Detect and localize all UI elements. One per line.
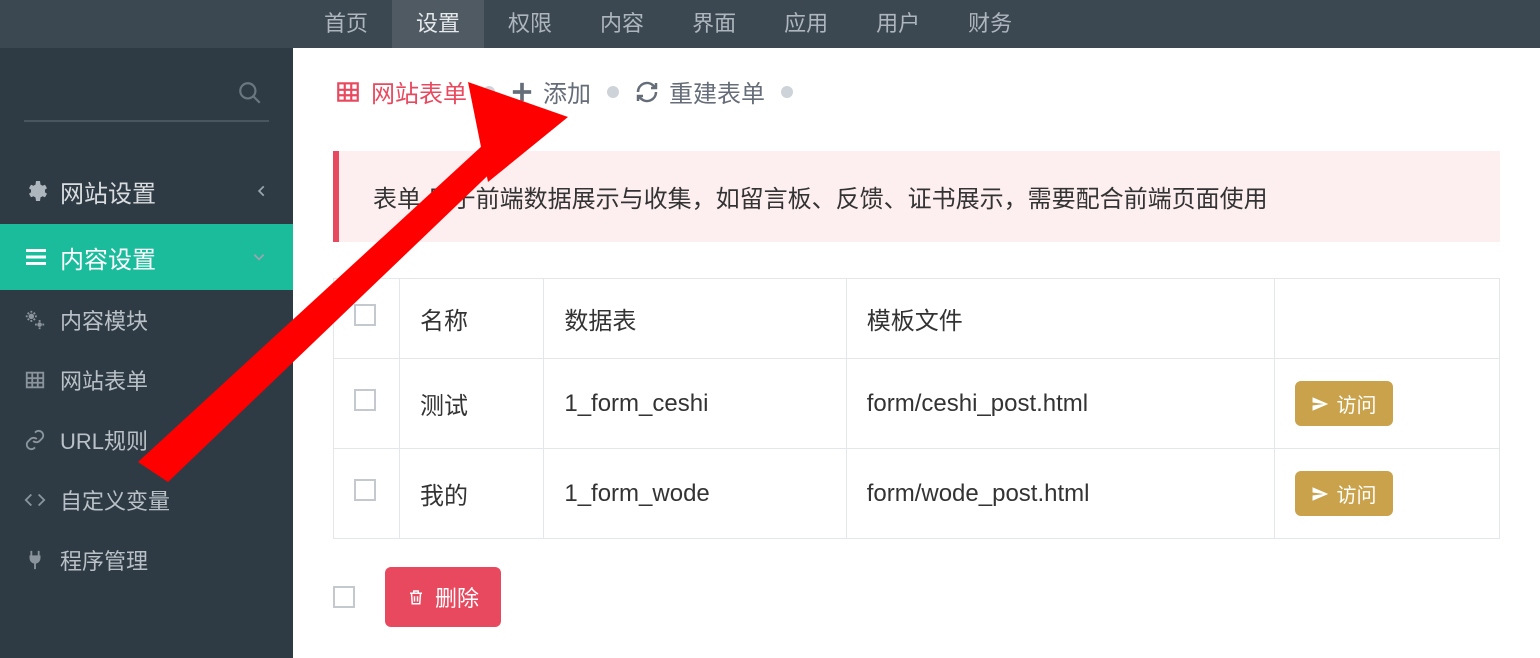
col-actions: [1274, 279, 1499, 359]
nav-settings[interactable]: 设置: [392, 0, 484, 48]
sidebar-item-label: 内容模块: [60, 304, 148, 336]
main-content: 网站表单 添加 重建表单 表单 用于前端数据展示与收集，如留言板、反馈、证书展示…: [293, 48, 1540, 658]
cell-name: 测试: [400, 359, 544, 449]
tab-separator-dot: [607, 86, 619, 98]
delete-label: 删除: [435, 581, 479, 613]
sidebar-item-program-manage[interactable]: 程序管理: [0, 530, 293, 590]
nav-home[interactable]: 首页: [300, 0, 392, 48]
nav-ui[interactable]: 界面: [668, 0, 760, 48]
footer-checkbox[interactable]: [333, 586, 355, 608]
nav-content[interactable]: 内容: [576, 0, 668, 48]
cell-db: 1_form_ceshi: [544, 359, 846, 449]
refresh-icon: [635, 80, 659, 104]
table-footer: 删除: [333, 567, 1500, 627]
tab-site-form[interactable]: 网站表单: [333, 70, 469, 113]
sidebar-item-label: 网站表单: [60, 364, 148, 396]
sidebar-item-content-settings[interactable]: 内容设置: [0, 224, 293, 290]
paper-plane-icon: [1311, 395, 1329, 413]
tab-separator-dot: [781, 86, 793, 98]
tab-rebuild-form[interactable]: 重建表单: [633, 70, 767, 113]
tab-label: 网站表单: [371, 74, 467, 109]
col-name: 名称: [400, 279, 544, 359]
toolbar: 网站表单 添加 重建表单: [293, 48, 1540, 127]
paper-plane-icon: [1311, 485, 1329, 503]
visit-label: 访问: [1337, 389, 1377, 418]
cell-name: 我的: [400, 449, 544, 539]
gears-icon: [24, 309, 60, 331]
sidebar-item-label: 程序管理: [60, 544, 148, 576]
visit-button[interactable]: 访问: [1295, 381, 1393, 426]
tab-label: 重建表单: [669, 74, 765, 109]
checkbox-all[interactable]: [354, 304, 376, 326]
sidebar-item-custom-vars[interactable]: 自定义变量: [0, 470, 293, 530]
sidebar-item-site-form[interactable]: 网站表单: [0, 350, 293, 410]
sidebar-item-label: 自定义变量: [60, 484, 170, 516]
info-text: 表单 用于前端数据展示与收集，如留言板、反馈、证书展示，需要配合前端页面使用: [373, 186, 1268, 213]
sidebar-item-label: URL规则: [60, 424, 148, 456]
row-checkbox[interactable]: [354, 389, 376, 411]
tab-add[interactable]: 添加: [509, 70, 593, 113]
form-table: 名称 数据表 模板文件 测试 1_form_ceshi form/ceshi_p…: [333, 278, 1500, 539]
col-checkbox: [334, 279, 400, 359]
sidebar-item-url-rules[interactable]: URL规则: [0, 410, 293, 470]
col-db: 数据表: [544, 279, 846, 359]
table-icon: [335, 79, 361, 105]
info-banner: 表单 用于前端数据展示与收集，如留言板、反馈、证书展示，需要配合前端页面使用: [333, 151, 1500, 242]
sidebar: 网站设置 内容设置 内容模块: [0, 48, 293, 658]
visit-button[interactable]: 访问: [1295, 471, 1393, 516]
table-row: 测试 1_form_ceshi form/ceshi_post.html 访问: [334, 359, 1500, 449]
table-row: 我的 1_form_wode form/wode_post.html 访问: [334, 449, 1500, 539]
cell-db: 1_form_wode: [544, 449, 846, 539]
cell-tpl: form/ceshi_post.html: [846, 359, 1274, 449]
gear-icon: [24, 179, 60, 203]
tab-separator-dot: [483, 86, 495, 98]
nav-finance[interactable]: 财务: [944, 0, 1036, 48]
search-box[interactable]: [24, 66, 269, 122]
trash-icon: [407, 587, 425, 607]
sidebar-item-label: 网站设置: [60, 174, 255, 209]
plus-icon: [511, 81, 533, 103]
chevron-down-icon: [249, 250, 269, 264]
code-icon: [24, 489, 60, 511]
search-input[interactable]: [24, 66, 269, 120]
col-tpl: 模板文件: [846, 279, 1274, 359]
link-icon: [24, 429, 60, 451]
sidebar-item-site-settings[interactable]: 网站设置: [0, 158, 293, 224]
chevron-left-icon: [255, 181, 269, 201]
nav-permission[interactable]: 权限: [484, 0, 576, 48]
search-icon: [237, 80, 263, 106]
top-nav: 首页 设置 权限 内容 界面 应用 用户 财务: [0, 0, 1540, 48]
table-icon: [24, 369, 60, 391]
bars-icon: [24, 245, 60, 269]
plug-icon: [24, 549, 60, 571]
nav-user[interactable]: 用户: [852, 0, 944, 48]
sidebar-item-label: 内容设置: [60, 240, 249, 275]
tab-label: 添加: [543, 74, 591, 109]
table-header-row: 名称 数据表 模板文件: [334, 279, 1500, 359]
nav-app[interactable]: 应用: [760, 0, 852, 48]
visit-label: 访问: [1337, 479, 1377, 508]
cell-tpl: form/wode_post.html: [846, 449, 1274, 539]
sidebar-item-content-module[interactable]: 内容模块: [0, 290, 293, 350]
delete-button[interactable]: 删除: [385, 567, 501, 627]
row-checkbox[interactable]: [354, 479, 376, 501]
